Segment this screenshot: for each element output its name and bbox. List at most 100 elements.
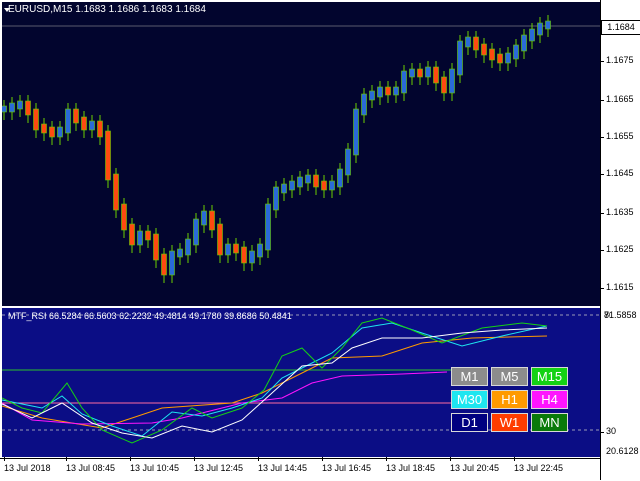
price-label: 1.1665 bbox=[600, 94, 634, 104]
price-axis[interactable] bbox=[600, 0, 640, 480]
candle-body bbox=[41, 123, 47, 134]
indicator-title: MTF_RSI 66.5284 66.5603 62.2232 49.4814 … bbox=[8, 311, 292, 321]
time-label: 13 Jul 22:45 bbox=[514, 457, 564, 473]
price-label: 1.1675 bbox=[600, 55, 634, 65]
candle-body bbox=[505, 52, 511, 64]
timeframe-button-h4[interactable]: H4 bbox=[531, 390, 568, 409]
timeframe-button-m1[interactable]: M1 bbox=[451, 367, 488, 386]
candle-body bbox=[273, 186, 279, 211]
candle-body bbox=[425, 66, 431, 78]
candle-body bbox=[145, 230, 151, 241]
candle-body bbox=[377, 86, 383, 98]
time-label: 13 Jul 12:45 bbox=[194, 457, 244, 473]
candle-body bbox=[81, 116, 87, 131]
candle-body bbox=[489, 48, 495, 61]
candle-body bbox=[385, 86, 391, 96]
timeframe-button-m30[interactable]: M30 bbox=[451, 390, 488, 409]
candle-body bbox=[25, 100, 31, 116]
candle-body bbox=[481, 43, 487, 56]
current-price-badge: 1.1684 bbox=[601, 20, 640, 35]
candle-body bbox=[545, 20, 551, 30]
candle-body bbox=[105, 130, 111, 181]
candle-body bbox=[2, 105, 7, 113]
candlestick-chart bbox=[2, 15, 600, 283]
timeframe-button-m5[interactable]: M5 bbox=[491, 367, 528, 386]
candle-body bbox=[57, 126, 63, 138]
price-label: 1.1635 bbox=[600, 207, 634, 217]
candle-body bbox=[449, 68, 455, 94]
timeframe-button-mn[interactable]: MN bbox=[531, 413, 568, 432]
candle-body bbox=[249, 250, 255, 264]
candle-body bbox=[497, 53, 503, 64]
candle-body bbox=[409, 68, 415, 78]
time-label: 13 Jul 10:45 bbox=[130, 457, 180, 473]
candle-body bbox=[465, 36, 471, 48]
candle-body bbox=[129, 223, 135, 246]
candle-body bbox=[305, 174, 311, 184]
candle-body bbox=[65, 108, 71, 134]
candle-body bbox=[153, 233, 159, 261]
timeframe-button-d1[interactable]: D1 bbox=[451, 413, 488, 432]
candle-body bbox=[417, 68, 423, 78]
candle-body bbox=[233, 243, 239, 254]
rsi-line-h4 bbox=[2, 371, 448, 425]
time-label: 13 Jul 14:45 bbox=[258, 457, 308, 473]
candle-body bbox=[257, 243, 263, 258]
price-label: 1.1645 bbox=[600, 168, 634, 178]
timeframe-button-m15[interactable]: M15 bbox=[531, 367, 568, 386]
candle-body bbox=[457, 40, 463, 76]
level-70-label: 70 bbox=[604, 310, 610, 320]
timeframe-button-h1[interactable]: H1 bbox=[491, 390, 528, 409]
candle-body bbox=[401, 70, 407, 94]
candle-body bbox=[73, 108, 79, 124]
candle-body bbox=[473, 36, 479, 51]
time-label: 13 Jul 20:45 bbox=[450, 457, 500, 473]
candle-body bbox=[217, 223, 223, 256]
candle-body bbox=[113, 173, 119, 211]
candle-body bbox=[345, 148, 351, 176]
candle-body bbox=[537, 22, 543, 36]
candle-body bbox=[185, 238, 191, 256]
level-30-label: 30 bbox=[599, 426, 617, 436]
candle-body bbox=[89, 120, 95, 131]
candle-body bbox=[441, 76, 447, 94]
price-label: 1.1625 bbox=[600, 244, 634, 254]
candle-body bbox=[529, 28, 535, 42]
candle-body bbox=[329, 180, 335, 191]
candle-body bbox=[97, 120, 103, 138]
time-label: 13 Jul 2018 bbox=[4, 457, 51, 473]
candle-body bbox=[393, 86, 399, 96]
symbol-title: EURUSD,M15 1.1683 1.1686 1.1683 1.1684 bbox=[8, 4, 206, 15]
candle-body bbox=[369, 90, 375, 101]
time-label: 13 Jul 16:45 bbox=[322, 457, 372, 473]
candle-body bbox=[361, 93, 367, 116]
indicator-min-label: 20.6128 bbox=[606, 446, 639, 456]
candle-body bbox=[241, 246, 247, 264]
price-chart-pane[interactable] bbox=[2, 2, 600, 306]
candle-body bbox=[313, 174, 319, 188]
candle-body bbox=[353, 108, 359, 156]
candle-body bbox=[193, 218, 199, 246]
candle-body bbox=[321, 180, 327, 191]
candle-body bbox=[9, 102, 15, 113]
time-label: 13 Jul 18:45 bbox=[386, 457, 436, 473]
candle-body bbox=[209, 210, 215, 231]
price-label: 1.1655 bbox=[600, 131, 634, 141]
price-label: 1.1615 bbox=[600, 282, 634, 292]
candle-body bbox=[137, 230, 143, 246]
candle-body bbox=[513, 44, 519, 60]
candle-body bbox=[17, 100, 23, 110]
candle-body bbox=[289, 180, 295, 191]
candle-body bbox=[161, 253, 167, 276]
candle-body bbox=[201, 210, 207, 226]
candle-body bbox=[49, 126, 55, 138]
candle-body bbox=[121, 203, 127, 231]
candle-body bbox=[169, 250, 175, 276]
candle-body bbox=[337, 168, 343, 188]
trading-terminal: EURUSD,M15 1.1683 1.1686 1.1683 1.1684 M… bbox=[0, 0, 640, 481]
candle-body bbox=[177, 248, 183, 258]
timeframe-button-w1[interactable]: W1 bbox=[491, 413, 528, 432]
candle-body bbox=[281, 183, 287, 194]
candle-body bbox=[33, 108, 39, 131]
candle-body bbox=[521, 34, 527, 52]
